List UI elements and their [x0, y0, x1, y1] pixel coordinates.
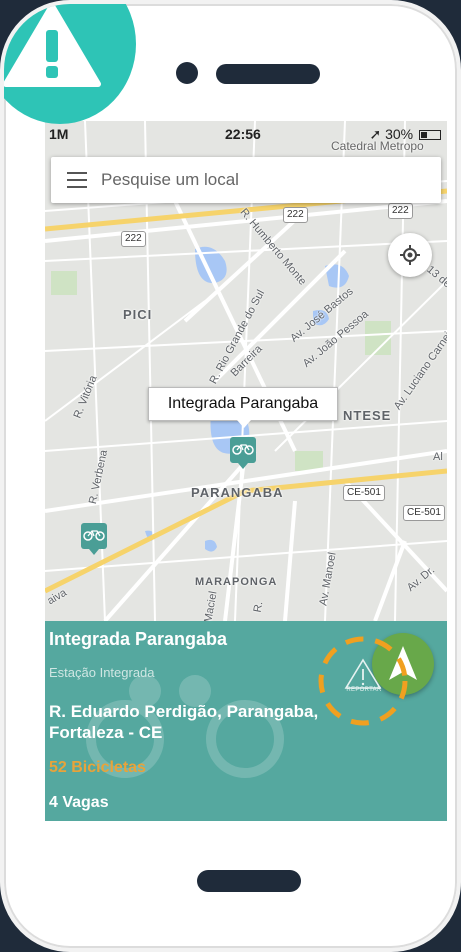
station-tooltip[interactable]: Integrada Parangaba	[148, 387, 338, 428]
warning-triangle-icon	[4, 4, 101, 87]
phone-speaker	[216, 64, 320, 84]
station-address: R. Eduardo Perdigão, Parangaba, Fortalez…	[49, 702, 319, 742]
status-carrier: 1M	[49, 126, 69, 142]
bike-station-marker-selected[interactable]	[230, 437, 256, 469]
bicycle-icon	[232, 444, 254, 455]
gps-target-icon	[400, 245, 420, 265]
available-spots: 4 Vagas	[49, 794, 109, 811]
road-number-badge: 222	[283, 207, 308, 223]
status-battery-area: ➚ 30%	[369, 126, 441, 143]
hamburger-menu-icon[interactable]	[67, 172, 87, 188]
phone-camera	[176, 62, 198, 84]
locate-me-button[interactable]	[388, 233, 432, 277]
bicycle-icon	[83, 530, 105, 541]
available-bikes: 52 Bicicletas	[49, 759, 146, 776]
station-name: Integrada Parangaba	[49, 629, 228, 649]
status-time: 22:56	[225, 126, 261, 142]
report-label: REPORTAR	[346, 687, 382, 693]
road-number-badge: CE-501	[343, 485, 385, 501]
street-label: Al	[433, 451, 443, 463]
road-number-badge: 222	[121, 231, 146, 247]
map-area-label: MARAPONGA	[195, 576, 278, 588]
phone-home-indicator	[197, 870, 301, 892]
report-button[interactable]: REPORTAR	[316, 634, 410, 728]
phone-frame: PICI PARANGABA MARAPONGA NTESE Catedral …	[0, 0, 461, 952]
road-number-badge: 222	[388, 203, 413, 219]
station-type: Estação Integrada	[49, 665, 155, 680]
search-input[interactable]	[101, 157, 421, 203]
bike-station-marker[interactable]	[81, 523, 107, 555]
road-number-badge: CE-501	[403, 505, 445, 521]
location-arrow-icon: ➚	[369, 126, 382, 142]
map-area-label: NTESE	[343, 408, 392, 423]
alert-badge	[4, 4, 136, 124]
status-bar: 1M 22:56 ➚ 30%	[45, 121, 447, 147]
map-area-label: PICI	[123, 307, 153, 322]
map-area-label: PARANGABA	[191, 485, 284, 500]
report-highlight-ring	[318, 636, 408, 726]
search-bar	[51, 157, 441, 203]
street-label: R.	[251, 600, 266, 614]
battery-percent: 30%	[385, 126, 414, 142]
battery-icon	[419, 130, 441, 140]
